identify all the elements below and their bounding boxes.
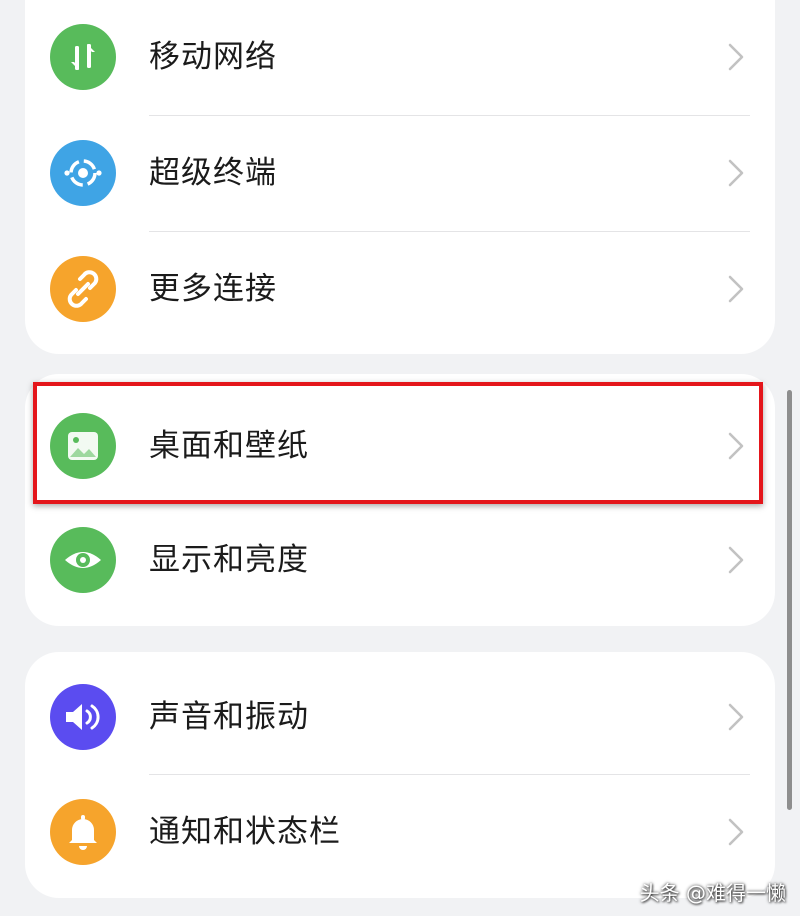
settings-item-sound-vibration[interactable]: 声音和振动 [25,660,775,775]
speaker-icon [50,684,116,750]
link-icon [50,256,116,322]
settings-item-label: 超级终端 [149,155,277,191]
settings-item-super-device[interactable]: 超级终端 [25,116,775,231]
settings-item-label: 显示和亮度 [149,542,309,578]
chevron-right-icon [728,43,744,71]
highlight-box [33,382,763,504]
settings-item-label: 移动网络 [149,39,277,75]
settings-item-label: 更多连接 [149,271,277,307]
settings-item-label: 声音和振动 [149,699,309,735]
settings-item-notifications-status-bar[interactable]: 通知和状态栏 [25,775,775,890]
settings-item-mobile-network[interactable]: 移动网络 [25,0,775,115]
chevron-right-icon [728,818,744,846]
watermark: 头条 @难得一懒 [639,881,786,905]
settings-group-sound-notifications: 声音和振动 通知和状态栏 [25,652,775,898]
super-device-icon [50,140,116,206]
chevron-right-icon [728,703,744,731]
bell-icon [50,799,116,865]
settings-group-connectivity: 移动网络 超级终端 更多连接 [25,0,775,354]
chevron-right-icon [728,546,744,574]
mobile-network-icon [50,24,116,90]
eye-icon [50,527,116,593]
chevron-right-icon [728,159,744,187]
scrollbar[interactable] [787,390,792,810]
settings-item-more-connections[interactable]: 更多连接 [25,232,775,347]
chevron-right-icon [728,275,744,303]
settings-item-label: 通知和状态栏 [149,814,341,850]
settings-item-display-brightness[interactable]: 显示和亮度 [25,503,775,618]
